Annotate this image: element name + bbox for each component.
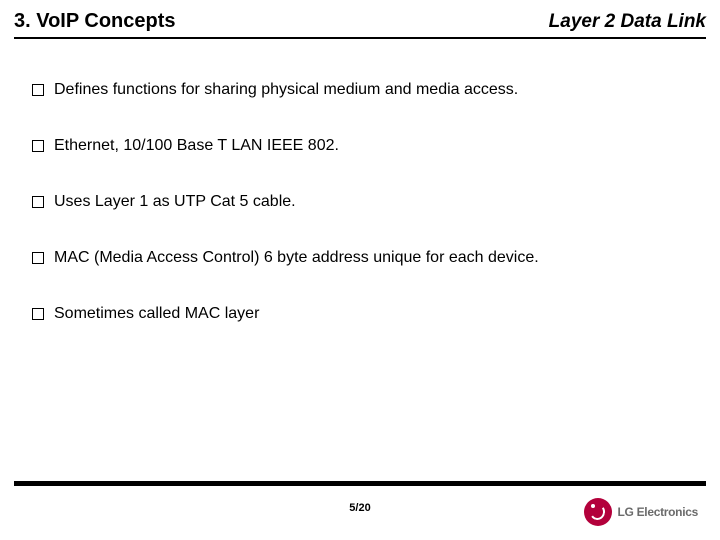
slide-content: Defines functions for sharing physical m… [0,39,720,323]
bullet-text: Uses Layer 1 as UTP Cat 5 cable. [54,193,296,211]
list-item: Sometimes called MAC layer [32,305,692,323]
bullet-text: Defines functions for sharing physical m… [54,81,518,99]
square-bullet-icon [32,308,44,320]
bullet-text: Sometimes called MAC layer [54,305,259,323]
bullet-text: MAC (Media Access Control) 6 byte addres… [54,249,539,267]
bullet-text: Ethernet, 10/100 Base T LAN IEEE 802. [54,137,339,155]
slide-title: Layer 2 Data Link [549,11,706,33]
brand-name: LG Electronics [618,505,699,519]
lg-face-icon [584,498,612,526]
list-item: MAC (Media Access Control) 6 byte addres… [32,249,692,267]
footer-divider [14,481,706,486]
slide-header: 3. VoIP Concepts Layer 2 Data Link [0,0,720,37]
list-item: Defines functions for sharing physical m… [32,81,692,99]
square-bullet-icon [32,140,44,152]
square-bullet-icon [32,84,44,96]
square-bullet-icon [32,252,44,264]
list-item: Ethernet, 10/100 Base T LAN IEEE 802. [32,137,692,155]
section-title: 3. VoIP Concepts [14,10,176,33]
brand-logo: LG Electronics [584,498,699,526]
list-item: Uses Layer 1 as UTP Cat 5 cable. [32,193,692,211]
square-bullet-icon [32,196,44,208]
